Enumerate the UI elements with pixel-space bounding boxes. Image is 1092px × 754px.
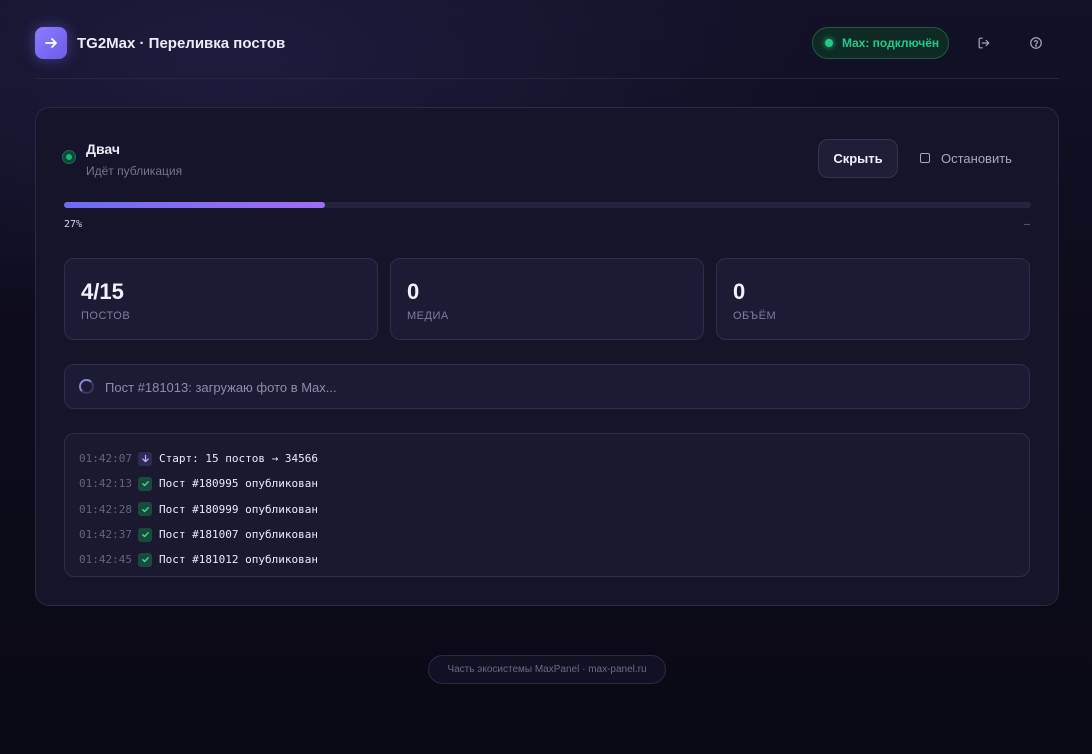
log-message: Пост #180995 опубликован [159, 477, 318, 491]
log-message: Пост #181007 опубликован [159, 528, 318, 542]
stat-card-volume: 0 ОБЪЁМ [716, 258, 1030, 340]
check-icon [138, 527, 152, 542]
check-icon [138, 502, 152, 517]
connection-status-badge: Max: подключён [812, 27, 949, 59]
log-time: 01:42:28 [79, 502, 132, 516]
log-row: 01:42:28 Пост #180999 опубликован [65, 497, 1029, 522]
check-icon [138, 476, 152, 491]
log-row: 01:42:07 Старт: 15 постов → 34566 [65, 446, 1029, 471]
stat-value: 0 [407, 279, 420, 304]
arrow-down-icon [138, 451, 152, 466]
log-row: 01:42:13 Пост #180995 опубликован [65, 471, 1029, 496]
log-time: 01:42:45 [79, 553, 132, 567]
current-action: Пост #181013: загружаю фото в Max... [64, 364, 1030, 409]
log-time: 01:42:37 [79, 528, 132, 542]
progress-bar-fill [64, 202, 326, 208]
log-message: Пост #180999 опубликован [159, 502, 318, 516]
current-action-text: Пост #181013: загружаю фото в Max... [105, 380, 337, 395]
status-dot [825, 39, 833, 47]
log-message: Старт: 15 постов → 34566 [159, 452, 318, 466]
stop-square-icon [920, 152, 930, 163]
log-message: Пост #181012 опубликован [159, 553, 318, 567]
app-header: TG2Max · Переливка постов Max: подключён [35, 27, 1059, 79]
check-icon [138, 552, 152, 567]
progress-eta: – [1023, 219, 1030, 230]
logout-icon [978, 37, 990, 49]
loading-spinner-icon [79, 379, 94, 394]
stat-label: МЕДИА [407, 310, 449, 322]
connection-status-text: Max: подключён [842, 36, 940, 50]
stat-value: 0 [733, 279, 746, 304]
progress-percent: 27% [64, 219, 83, 230]
stat-label: ОБЪЁМ [733, 310, 777, 322]
help-circle-icon [1030, 37, 1042, 49]
logout-button[interactable] [971, 30, 997, 56]
progress-bar [64, 202, 1031, 208]
footer-link[interactable]: Часть экосистемы MaxPanel · max-panel.ru [428, 655, 666, 684]
stat-card-media: 0 МЕДИА [390, 258, 704, 340]
stop-button[interactable]: Остановить [920, 139, 1030, 178]
app-title: TG2Max · Переливка постов [77, 35, 286, 52]
hide-button[interactable]: Скрыть [818, 139, 898, 178]
help-button[interactable] [1023, 30, 1049, 56]
job-name: Двач [86, 141, 120, 157]
log-time: 01:42:13 [79, 477, 132, 491]
job-panel: Двач Идёт публикация Скрыть Остановить 2… [35, 107, 1059, 606]
log-row: 01:42:45 Пост #181012 опубликован [65, 547, 1029, 572]
log-row: 01:42:37 Пост #181007 опубликован [65, 522, 1029, 547]
stat-value: 4/15 [81, 279, 124, 304]
job-status-text: Идёт публикация [86, 164, 183, 178]
log-time: 01:42:07 [79, 452, 132, 466]
job-status-dot [63, 151, 75, 163]
stop-button-label: Остановить [941, 151, 1012, 166]
stat-card-posts: 4/15 ПОСТОВ [64, 258, 378, 340]
app-logo [35, 27, 67, 59]
arrow-right-icon [45, 38, 57, 48]
stat-label: ПОСТОВ [81, 310, 131, 322]
activity-log: 01:42:07 Старт: 15 постов → 34566 01:42:… [64, 433, 1030, 577]
